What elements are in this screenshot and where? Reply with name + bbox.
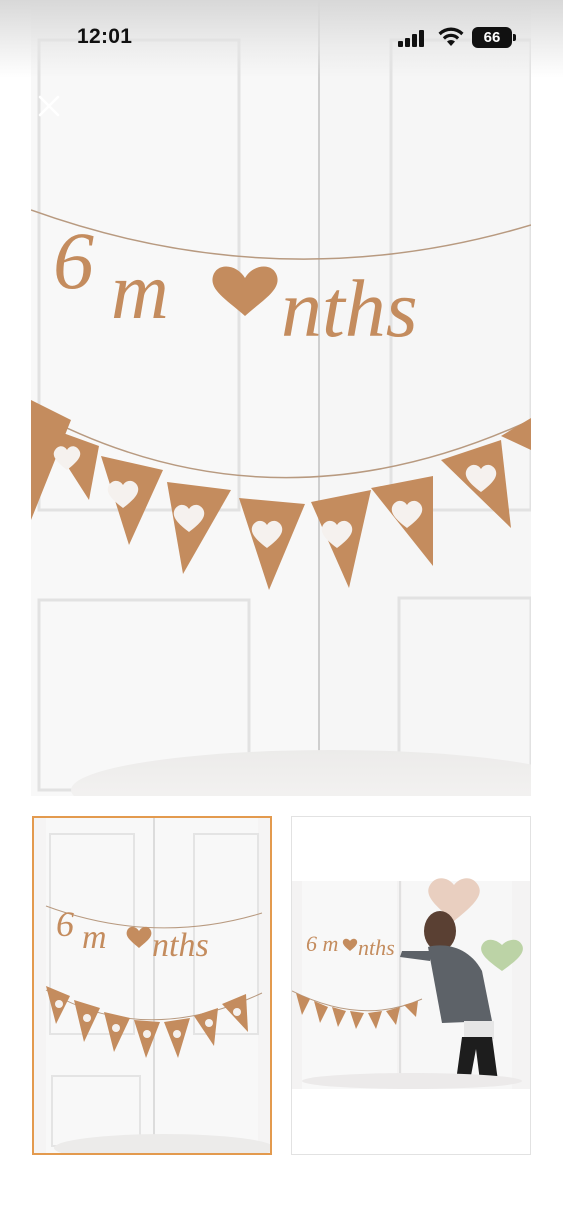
signal-icon [398, 30, 424, 47]
svg-text:nths: nths [281, 263, 418, 354]
svg-text:6: 6 [56, 904, 74, 944]
svg-text:6: 6 [53, 215, 94, 306]
svg-text:nths: nths [358, 935, 395, 960]
close-button[interactable] [33, 90, 65, 122]
close-icon [38, 95, 60, 117]
thumbnail-2[interactable]: 6 m nths [291, 816, 531, 1155]
svg-text:m: m [82, 919, 107, 956]
svg-text:nths: nths [152, 927, 209, 964]
svg-text:m: m [111, 248, 169, 336]
wifi-icon [438, 27, 464, 46]
svg-text:6 m: 6 m [306, 931, 338, 956]
thumbnail-1[interactable]: 6 m nths [32, 816, 272, 1155]
status-time: 12:01 [77, 25, 133, 48]
battery-icon: 66 [472, 27, 516, 48]
main-product-image[interactable]: 6 m nths [31, 0, 531, 796]
